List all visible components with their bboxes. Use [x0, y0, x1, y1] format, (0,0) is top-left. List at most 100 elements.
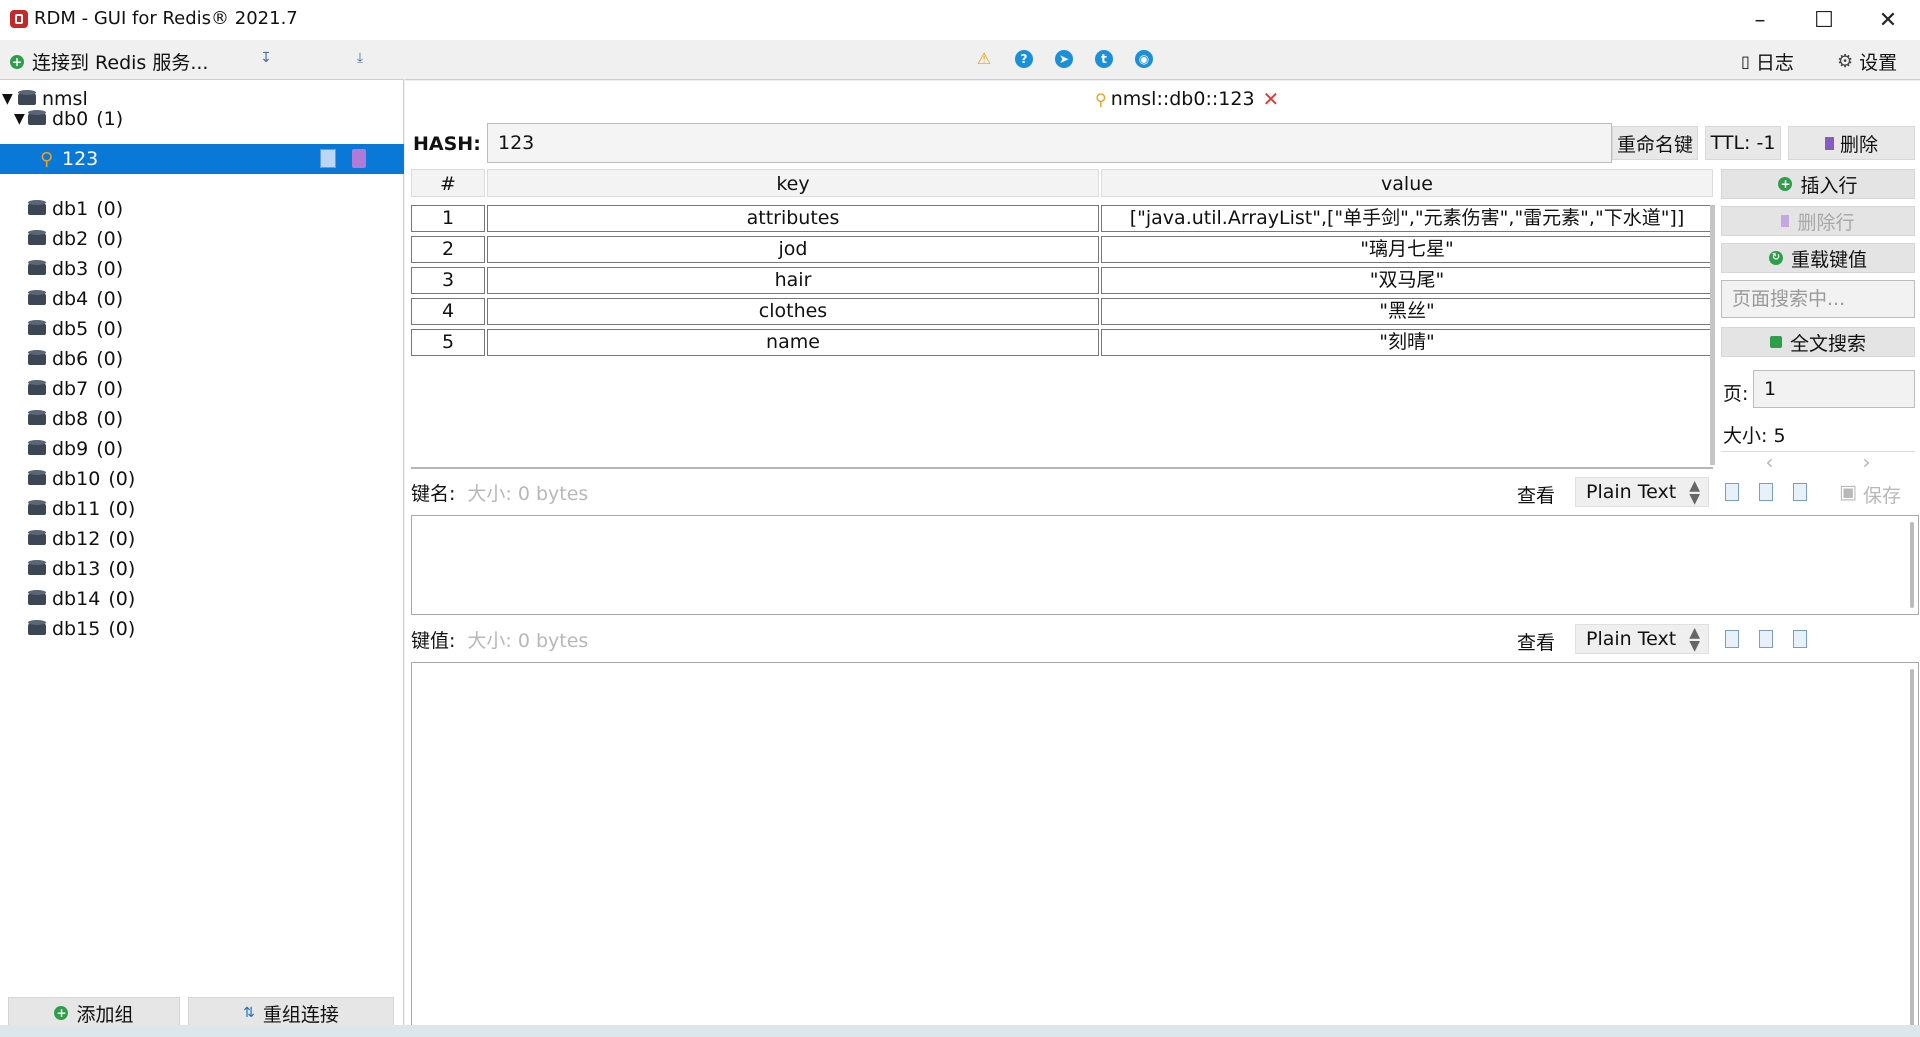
db-node[interactable]: db4 (0) [0, 284, 404, 314]
db-label: db13 [52, 558, 101, 580]
delete-key-button[interactable]: 删除 [1788, 126, 1915, 160]
db-count: (0) [96, 408, 124, 430]
value-format-select[interactable]: Plain Text ▲ ▼ [1575, 624, 1709, 654]
column-header[interactable]: key [487, 169, 1099, 197]
value-scrollbar[interactable] [1910, 669, 1914, 1029]
db-node[interactable]: db14 (0) [0, 584, 404, 614]
chevron-updown-icon: ▲ ▼ [1689, 478, 1700, 507]
db-node[interactable]: db3 (0) [0, 254, 404, 284]
db-node[interactable]: db1 (0) [0, 194, 404, 224]
chevron-updown-icon: ▲ ▼ [1689, 625, 1700, 654]
db-node[interactable]: db11 (0) [0, 494, 404, 524]
telegram-icon[interactable]: ➤ [1055, 50, 1073, 68]
db-node[interactable]: db10 (0) [0, 464, 404, 494]
db-count: (1) [96, 108, 124, 130]
key-node-selected[interactable]: ⚲ 123 [0, 144, 404, 174]
rename-label: 重命名键 [1616, 133, 1693, 156]
log-button[interactable]: ▯ 日志 [1741, 48, 1794, 75]
delete-label: 删除 [1839, 133, 1878, 156]
table-cell-key[interactable]: attributes [487, 205, 1099, 232]
page-input[interactable]: 1 [1753, 370, 1915, 408]
file-icon[interactable] [1793, 483, 1807, 501]
file-icon[interactable] [1793, 630, 1807, 648]
warning-icon[interactable]: ⚠ [975, 50, 993, 68]
page-search-input[interactable]: 页面搜索中... [1721, 280, 1915, 318]
db-count: (0) [96, 318, 124, 340]
taskbar [0, 1025, 1920, 1037]
delete-row-button[interactable]: 删除行 [1721, 206, 1915, 236]
copy-key-icon[interactable] [320, 149, 336, 168]
db-node[interactable]: db12 (0) [0, 524, 404, 554]
copy-icon[interactable] [1725, 483, 1739, 501]
table-scrollbar[interactable] [1710, 205, 1715, 465]
help-icon[interactable]: ? [1015, 50, 1033, 68]
settings-button[interactable]: ⚙ 设置 [1837, 48, 1897, 75]
column-header[interactable]: # [411, 169, 485, 197]
trash-icon [1824, 136, 1834, 150]
value-size: 大小: 0 bytes [467, 629, 589, 652]
db-node[interactable]: db5 (0) [0, 314, 404, 344]
table-cell-index[interactable]: 4 [411, 298, 485, 325]
format-code-icon[interactable] [1759, 630, 1773, 648]
keyname-format-select[interactable]: Plain Text ▲ ▼ [1575, 477, 1709, 507]
next-page-icon[interactable]: › [1818, 451, 1915, 473]
close-tab-icon[interactable]: ✕ [1263, 87, 1280, 111]
fulltext-search-button[interactable]: 全文搜索 [1721, 327, 1915, 357]
table-cell-index[interactable]: 1 [411, 205, 485, 232]
import-icon[interactable]: ↧ [256, 50, 276, 70]
table-cell-value[interactable]: "双马尾" [1101, 267, 1713, 294]
github-icon[interactable]: ◉ [1135, 50, 1153, 68]
db-node[interactable]: ▼ db0 (1) [0, 104, 404, 134]
table-cell-index[interactable]: 3 [411, 267, 485, 294]
save-button[interactable]: ▣ 保存 [1839, 481, 1901, 508]
delete-key-icon[interactable] [352, 149, 366, 168]
db-node[interactable]: db15 (0) [0, 614, 404, 644]
table-cell-value[interactable]: ["java.util.ArrayList",["单手剑","元素伤害","雷元… [1101, 205, 1713, 232]
keyname-scrollbar[interactable] [1910, 522, 1914, 608]
insert-row-button[interactable]: + 插入行 [1721, 169, 1915, 199]
ttl-button[interactable]: TTL: -1 [1705, 126, 1781, 160]
format-code-icon[interactable] [1759, 483, 1773, 501]
table-cell-index[interactable]: 2 [411, 236, 485, 263]
table-cell-value[interactable]: "黑丝" [1101, 298, 1713, 325]
column-header[interactable]: value [1101, 169, 1713, 197]
expand-arrow-icon[interactable]: ▼ [14, 111, 26, 127]
db-node[interactable]: db2 (0) [0, 224, 404, 254]
database-icon [28, 470, 46, 485]
keyname-textarea[interactable] [411, 515, 1919, 615]
maximize-button[interactable]: ☐ [1792, 0, 1856, 40]
tab-key[interactable]: ⚲ nmsl::db0::123 ✕ [1095, 87, 1279, 111]
db-count: (0) [96, 348, 124, 370]
rename-key-button[interactable]: 重命名键 [1612, 126, 1698, 160]
table-cell-value[interactable]: "璃月七星" [1101, 236, 1713, 263]
table-cell-index[interactable]: 5 [411, 329, 485, 356]
reload-button[interactable]: ↻ 重载键值 [1721, 243, 1915, 273]
minimize-button[interactable]: – [1728, 0, 1792, 40]
key-name-field[interactable]: 123 [487, 123, 1612, 163]
keyname-header: 键名: 大小: 0 bytes 查看 Plain Text ▲ ▼ ▣ 保存 [411, 477, 1919, 507]
table-cell-key[interactable]: clothes [487, 298, 1099, 325]
export-icon[interactable]: ⤓ [350, 50, 370, 70]
value-textarea[interactable] [411, 662, 1919, 1037]
connect-button[interactable]: + 连接到 Redis 服务... [10, 48, 208, 75]
db-count: (0) [108, 468, 136, 490]
db-node[interactable]: db9 (0) [0, 434, 404, 464]
database-icon [28, 620, 46, 635]
db-node[interactable]: db13 (0) [0, 554, 404, 584]
database-icon [28, 530, 46, 545]
prev-page-icon[interactable]: ‹ [1721, 451, 1818, 473]
twitter-icon[interactable]: t [1095, 50, 1113, 68]
refresh-icon: ↻ [1768, 251, 1783, 265]
db-label: db3 [52, 258, 89, 280]
close-window-button[interactable]: ✕ [1856, 0, 1920, 40]
db-node[interactable]: db6 (0) [0, 344, 404, 374]
db-node[interactable]: db8 (0) [0, 404, 404, 434]
copy-icon[interactable] [1725, 630, 1739, 648]
table-cell-key[interactable]: name [487, 329, 1099, 356]
table-cell-value[interactable]: "刻晴" [1101, 329, 1713, 356]
table-cell-key[interactable]: hair [487, 267, 1099, 294]
db-node[interactable]: db7 (0) [0, 374, 404, 404]
key-icon: ⚲ [40, 149, 54, 170]
table-cell-key[interactable]: jod [487, 236, 1099, 263]
db-label: db0 [52, 108, 89, 130]
